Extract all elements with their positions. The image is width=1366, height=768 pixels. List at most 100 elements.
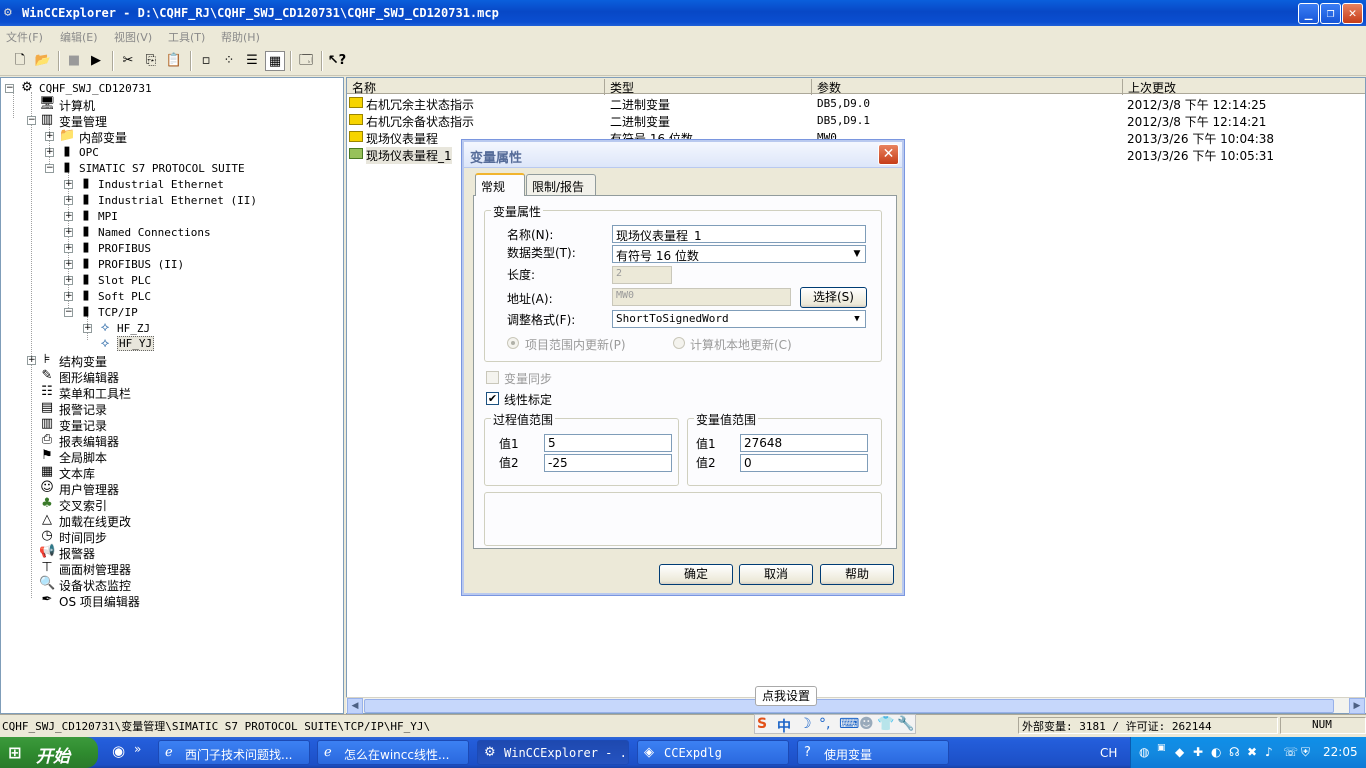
tab-general[interactable]: 常规 <box>475 173 525 196</box>
menu-help[interactable]: 帮助(H) <box>221 29 260 45</box>
expand-icon[interactable]: + <box>27 356 36 365</box>
cut-icon[interactable]: ✂ <box>118 51 138 71</box>
keyboard-icon[interactable]: ⌨ <box>839 716 859 732</box>
cancel-button[interactable]: 取消 <box>739 564 813 585</box>
help-button[interactable]: 帮助 <box>820 564 894 585</box>
expand-icon[interactable]: + <box>64 260 73 269</box>
large-icons-icon[interactable]: ▫ <box>196 51 216 71</box>
task-item[interactable]: ? 使用变量 <box>797 740 949 765</box>
tray-app-icon[interactable]: ◐ <box>1211 745 1221 759</box>
select-address-button[interactable]: 选择(S) <box>800 287 867 308</box>
expand-icon[interactable]: + <box>64 228 73 237</box>
list-view-icon[interactable]: ☰ <box>242 51 262 71</box>
task-item[interactable]: ℯ 西门子技术问题找... <box>158 740 310 765</box>
expand-icon[interactable]: + <box>64 196 73 205</box>
column-name[interactable]: 名称 <box>347 79 605 95</box>
process-value2-input[interactable]: -25 <box>544 454 672 472</box>
quicklaunch-icon[interactable]: ◉ <box>112 742 125 760</box>
start-button[interactable]: ⊞ 开始 <box>0 737 98 768</box>
tag-management-icon: ▥ <box>40 112 54 127</box>
stop-runtime-icon[interactable]: ■ <box>64 51 84 71</box>
quicklaunch-arrow-icon[interactable]: » <box>134 742 141 756</box>
ime-mode-chinese[interactable]: 中 <box>777 716 791 736</box>
expand-icon[interactable]: + <box>83 324 92 333</box>
tab-limits-reporting[interactable]: 限制/报告 <box>526 174 596 195</box>
datatype-select[interactable]: 有符号 16 位数 ▼ <box>612 245 866 263</box>
expand-icon[interactable]: + <box>64 244 73 253</box>
collapse-icon[interactable]: − <box>27 116 36 125</box>
collapse-icon[interactable]: − <box>45 164 54 173</box>
expand-icon[interactable]: + <box>64 180 73 189</box>
volume-icon[interactable]: ♪ <box>1265 745 1273 759</box>
minimize-button[interactable]: _ <box>1298 3 1319 24</box>
paste-icon[interactable]: 📋 <box>164 51 184 71</box>
scroll-left-icon[interactable]: ◀ <box>347 698 363 714</box>
tag-value1-input[interactable]: 27648 <box>740 434 868 452</box>
collapse-icon[interactable]: − <box>5 84 14 93</box>
expand-icon[interactable]: + <box>64 276 73 285</box>
collapse-icon[interactable]: − <box>64 308 73 317</box>
small-icons-icon[interactable]: ⁘ <box>219 51 239 71</box>
tag-logging-icon: ▥ <box>40 416 54 431</box>
dialog-title-bar[interactable]: 变量属性 ✕ <box>464 142 902 168</box>
context-help-icon[interactable]: ↖? <box>327 51 347 71</box>
task-item[interactable]: ℯ 怎么在wincc线性... <box>317 740 469 765</box>
open-project-icon[interactable]: 📂 <box>33 51 53 71</box>
moon-icon[interactable]: ☽ <box>799 716 812 732</box>
connection-icon: ⟡ <box>100 320 110 335</box>
language-indicator[interactable]: CH <box>1100 746 1117 760</box>
punctuation-icon[interactable]: °, <box>819 716 830 732</box>
adapt-format-select[interactable]: ShortToSignedWord ▼ <box>612 310 866 328</box>
user-icon[interactable]: ☻ <box>859 716 874 732</box>
dialog-close-button[interactable]: ✕ <box>878 144 899 165</box>
tag-value2-input[interactable]: 0 <box>740 454 868 472</box>
column-type[interactable]: 类型 <box>605 79 812 95</box>
tray-app-icon[interactable]: ◍ <box>1139 745 1149 759</box>
properties-icon[interactable]: 🗔 <box>296 51 316 71</box>
column-parameter[interactable]: 参数 <box>812 79 1123 95</box>
wrench-icon[interactable]: 🔧 <box>897 716 914 732</box>
menu-file[interactable]: 文件(F) <box>6 29 43 45</box>
ok-button[interactable]: 确定 <box>659 564 733 585</box>
clock[interactable]: 22:05 <box>1323 745 1358 759</box>
tag-sync-checkbox[interactable] <box>486 371 499 384</box>
list-item[interactable]: 右机冗余备状态指示 二进制变量 DB5,D9.1 2012/3/8 下午 12:… <box>347 112 1365 129</box>
expand-icon[interactable]: + <box>45 148 54 157</box>
column-last-change[interactable]: 上次更改 <box>1123 79 1365 95</box>
name-input[interactable]: 现场仪表量程_1 <box>612 225 866 243</box>
menu-view[interactable]: 视图(V) <box>114 29 152 45</box>
ime-settings-tip[interactable]: 点我设置 <box>755 686 817 706</box>
menu-edit[interactable]: 编辑(E) <box>60 29 98 45</box>
tray-app-icon[interactable]: ✚ <box>1193 745 1203 759</box>
process-value1-input[interactable]: 5 <box>544 434 672 452</box>
tray-app-icon[interactable]: ✖ <box>1247 745 1257 759</box>
radio-project-update[interactable] <box>507 337 519 349</box>
tray-app-icon[interactable]: ◆ <box>1175 745 1184 759</box>
chevron-down-icon[interactable]: ▼ <box>849 246 865 262</box>
tray-app-icon[interactable]: ☏ <box>1283 745 1298 759</box>
activate-runtime-icon[interactable]: ▶ <box>86 51 106 71</box>
list-item[interactable]: 右机冗余主状态指示 二进制变量 DB5,D9.0 2012/3/8 下午 12:… <box>347 95 1365 112</box>
task-item[interactable]: ⚙ WinCCExplorer - ... <box>477 740 629 765</box>
skin-icon[interactable]: 👕 <box>877 716 894 732</box>
linear-scaling-checkbox[interactable]: ✔ <box>486 392 499 405</box>
scroll-right-icon[interactable]: ▶ <box>1349 698 1365 714</box>
expand-icon[interactable]: + <box>45 132 54 141</box>
shield-icon[interactable]: ⛨ <box>1301 745 1310 760</box>
tray-app-icon[interactable]: ☊ <box>1229 745 1240 759</box>
close-button[interactable]: ✕ <box>1342 3 1363 24</box>
expand-icon[interactable]: + <box>64 212 73 221</box>
expand-icon[interactable]: + <box>64 292 73 301</box>
horizontal-scrollbar[interactable]: ◀ ▶ <box>346 697 1366 714</box>
task-item[interactable]: ◈ CCExpdlg <box>637 740 789 765</box>
new-project-icon[interactable]: 🗋 <box>10 51 30 71</box>
tray-app-icon[interactable]: ▣ <box>1157 743 1166 753</box>
ime-toolbar[interactable]: S 中 ☽ °, ⌨ ☻ 👕 🔧 <box>754 714 916 736</box>
details-view-icon[interactable]: ▦ <box>265 51 285 71</box>
maximize-button[interactable]: ❐ <box>1320 3 1341 24</box>
copy-icon[interactable]: ⎘ <box>141 51 161 71</box>
chevron-down-icon[interactable]: ▼ <box>849 311 865 327</box>
menu-tools[interactable]: 工具(T) <box>168 29 205 45</box>
scroll-thumb[interactable] <box>364 699 1334 713</box>
radio-local-update[interactable] <box>673 337 685 349</box>
